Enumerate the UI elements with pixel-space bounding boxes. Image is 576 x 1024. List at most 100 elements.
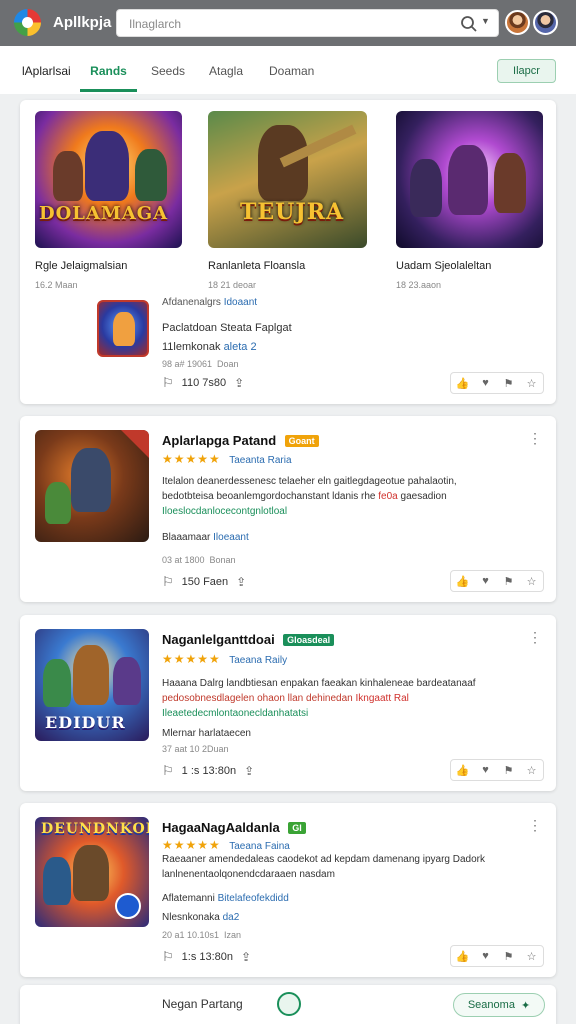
avatar[interactable] xyxy=(505,10,530,35)
bottom-status-icon[interactable] xyxy=(277,992,301,1016)
download-count: 110 7s80 xyxy=(181,377,227,389)
share-icon[interactable]: ⇪ xyxy=(241,950,251,964)
rating-text[interactable]: Taeana Raily xyxy=(229,655,287,666)
game-cover-1[interactable]: DOLAMAGA xyxy=(35,111,182,248)
share-icon[interactable]: ⇪ xyxy=(234,376,244,390)
badge-icon xyxy=(115,893,141,919)
bookmark-icon[interactable]: ⚑ xyxy=(497,571,520,591)
game-title[interactable]: Uadam Sjeolaleltan xyxy=(396,260,491,272)
desc-line-2-suffix: gaesadion xyxy=(400,491,447,502)
listing-cover[interactable]: EDIDUR xyxy=(35,629,149,741)
listing-cover[interactable] xyxy=(35,430,149,542)
desc-line-3[interactable]: Ileaetedecmlontaonecldanhatatsi xyxy=(162,706,542,721)
listing-card-1: Aplarlapga Patand Goant ★★★★★ Taeanta Ra… xyxy=(20,416,556,602)
listing-card-3: DEUNDNKOE HagaaNagAaldanla Gl ★★★★★ Taea… xyxy=(20,803,556,977)
like-icon[interactable]: ♥ xyxy=(474,760,497,780)
bottom-action-button[interactable]: Seanoma ✦ xyxy=(453,993,545,1017)
tab-0[interactable]: lAplarlsai xyxy=(22,64,71,92)
desc-line-2: bedotbteisa beoanlemgordochanstant ldani… xyxy=(162,489,542,504)
star-icon[interactable]: ☆ xyxy=(520,760,543,780)
rating-text[interactable]: Taeanta Raria xyxy=(229,455,291,466)
app-logo-icon[interactable] xyxy=(14,9,41,36)
tab-3[interactable]: Atagla xyxy=(209,64,243,92)
listing-cover[interactable]: DEUNDNKOE xyxy=(35,817,149,927)
sub-line-3-highlight[interactable]: aleta 2 xyxy=(224,341,257,353)
game-cover-text: DOLAMAGA xyxy=(39,203,169,224)
more-options-icon[interactable]: ⋮ xyxy=(528,817,542,834)
game-meta: 16.2 Maan xyxy=(35,280,78,290)
report-button[interactable]: Ilapcr xyxy=(497,59,556,83)
bookmark-icon[interactable]: ⚑ xyxy=(497,760,520,780)
star-icon[interactable]: ☆ xyxy=(520,373,543,393)
sub-line-3-prefix: 11lemkonak xyxy=(162,341,221,353)
game-cover-3[interactable] xyxy=(396,111,543,248)
sub-line-3: 11lemkonak aleta 2 xyxy=(162,341,257,353)
publisher-line: Mlernar harlataecen xyxy=(162,728,251,739)
desc-line-1: Raeaaner amendedaleas caodekot ad kepdam… xyxy=(162,854,485,865)
publisher-line-2-prefix: Nlesnkonaka xyxy=(162,912,220,923)
avatar[interactable] xyxy=(533,10,558,35)
bottom-title[interactable]: Negan Partang xyxy=(162,997,243,1011)
listing-title[interactable]: Naganlelganttdoai xyxy=(162,632,275,647)
listing-meta: 37 aat 10 2Duan xyxy=(162,744,229,754)
share-icon[interactable]: ⇪ xyxy=(236,575,246,589)
star-icon[interactable]: ☆ xyxy=(520,571,543,591)
share-icon[interactable]: ⇪ xyxy=(244,764,254,778)
tab-1[interactable]: Rands xyxy=(80,64,137,92)
game-cover-2[interactable]: TEUJRA xyxy=(208,111,367,248)
flag-icon[interactable]: ⚐ xyxy=(162,763,174,779)
game-title[interactable]: Rgle Jelaigmalsian xyxy=(35,260,127,272)
download-count: 150 Faen xyxy=(181,576,229,588)
thumbs-up-icon[interactable]: 👍 xyxy=(451,760,474,780)
tab-4[interactable]: Doaman xyxy=(269,64,314,92)
download-count: 1 :s 13:80n xyxy=(181,765,237,777)
search-input[interactable] xyxy=(129,15,449,33)
listing-card-2: EDIDUR Naganlelganttdoai Gloasdeal ★★★★★… xyxy=(20,615,556,791)
publisher-line: Aflatemanni Bitelafeofekdidd xyxy=(162,893,289,904)
publisher-link[interactable]: Iloeaant xyxy=(213,532,249,543)
flag-icon[interactable]: ⚐ xyxy=(162,375,174,391)
more-options-icon[interactable]: ⋮ xyxy=(528,629,542,646)
search-icon[interactable] xyxy=(460,15,478,33)
action-group: 👍 ♥ ⚑ ☆ xyxy=(450,945,544,967)
game-title[interactable]: Ranlanleta Floansla xyxy=(208,260,305,272)
bookmark-icon[interactable]: ⚑ xyxy=(497,946,520,966)
sub-meta: 98 a# 19061 Doan xyxy=(162,359,239,369)
desc-line-2-red: Ikngaatt Ral xyxy=(355,693,409,704)
publisher-app-icon[interactable] xyxy=(97,300,149,357)
listing-cover-text: DEUNDNKOE xyxy=(41,821,149,837)
action-group: 👍 ♥ ⚑ ☆ xyxy=(450,372,544,394)
star-rating-icon: ★★★★★ xyxy=(162,838,221,852)
star-icon[interactable]: ☆ xyxy=(520,946,543,966)
action-group: 👍 ♥ ⚑ ☆ xyxy=(450,759,544,781)
app-title: Apllkpja xyxy=(53,14,112,31)
chevron-down-icon[interactable]: ▼ xyxy=(481,16,490,26)
flag-icon[interactable]: ⚐ xyxy=(162,949,174,965)
like-icon[interactable]: ♥ xyxy=(474,373,497,393)
listing-title[interactable]: Aplarlapga Patand xyxy=(162,433,276,448)
publisher-prefix: Aflatemanni xyxy=(162,893,215,904)
listing-title[interactable]: HagaaNagAaldanla xyxy=(162,820,280,835)
thumbs-up-icon[interactable]: 👍 xyxy=(451,373,474,393)
desc-line-3[interactable]: Iloeslocdanlocecontgnlotloal xyxy=(162,504,542,519)
download-count: 1:s 13:80n xyxy=(181,951,234,963)
rating-row: ★★★★★ Taeana Raily xyxy=(162,650,287,668)
thumbs-up-icon[interactable]: 👍 xyxy=(451,946,474,966)
featured-card: DOLAMAGA Rgle Jelaigmalsian 16.2 Maan TE… xyxy=(20,100,556,404)
like-icon[interactable]: ♥ xyxy=(474,571,497,591)
listing-cover-text: EDIDUR xyxy=(45,713,126,732)
listing-badge: Goant xyxy=(284,434,319,447)
thumbs-up-icon[interactable]: 👍 xyxy=(451,571,474,591)
publisher-line-2-link[interactable]: da2 xyxy=(223,912,240,923)
publisher-link[interactable]: Bitelafeofekdidd xyxy=(218,893,289,904)
like-icon[interactable]: ♥ xyxy=(474,946,497,966)
flag-icon[interactable]: ⚐ xyxy=(162,574,174,590)
rating-text[interactable]: Taeana Faina xyxy=(229,841,290,852)
publisher-link[interactable]: Idoaant xyxy=(224,297,257,308)
more-options-icon[interactable]: ⋮ xyxy=(528,430,542,447)
search-box[interactable]: ▼ xyxy=(116,9,499,37)
game-meta: 18 23.aaon xyxy=(396,280,442,290)
tab-2[interactable]: Seeds xyxy=(151,64,185,92)
desc-line-2-prefix: bedotbteisa beoanlemgordochanstant ldani… xyxy=(162,491,376,502)
bookmark-icon[interactable]: ⚑ xyxy=(497,373,520,393)
